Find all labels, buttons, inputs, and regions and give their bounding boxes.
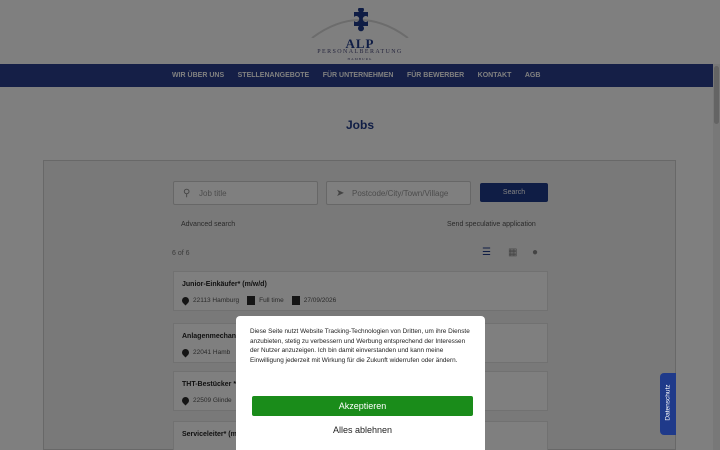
privacy-tab-label: Datenschutz xyxy=(664,384,672,421)
cookie-consent-text: Diese Seite nutzt Website Tracking-Techn… xyxy=(250,328,470,364)
accept-button[interactable]: Akzeptieren xyxy=(252,396,473,416)
privacy-tab[interactable]: Datenschutz xyxy=(660,373,676,435)
cookie-consent-dialog: Diese Seite nutzt Website Tracking-Techn… xyxy=(236,316,485,450)
reject-all-button[interactable]: Alles ablehnen xyxy=(252,422,473,438)
